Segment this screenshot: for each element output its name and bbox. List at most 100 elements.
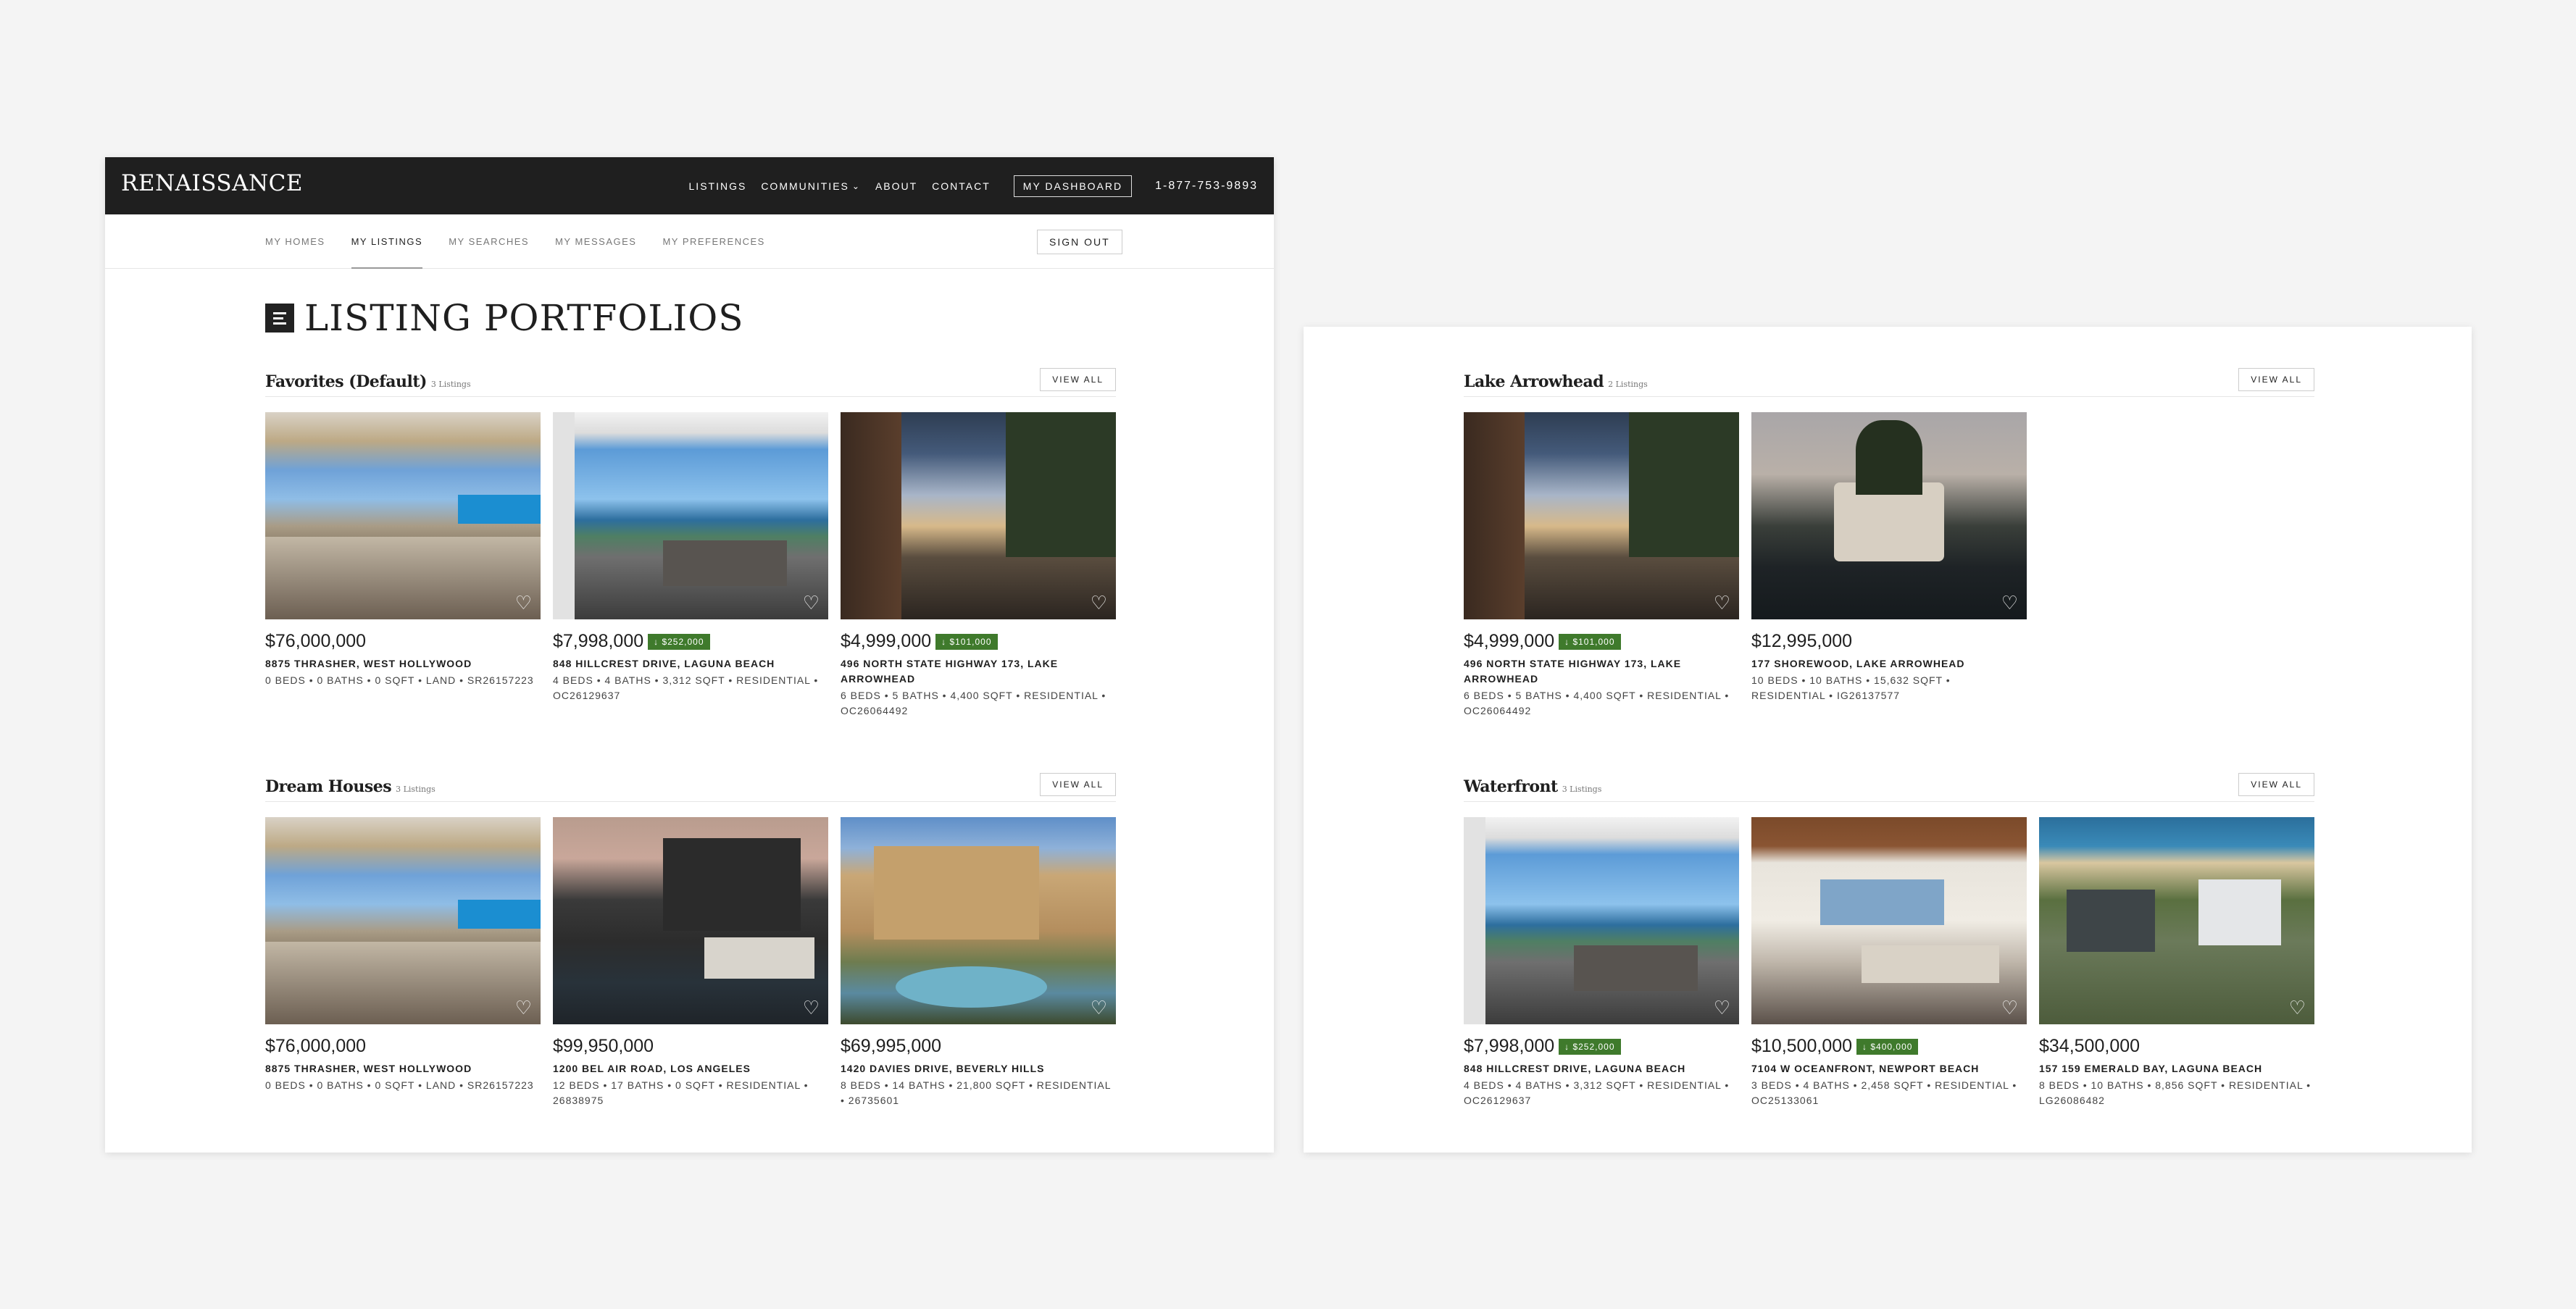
heart-icon[interactable]: ♡	[803, 593, 820, 612]
view-all-button[interactable]: VIEW ALL	[2238, 368, 2314, 391]
listing-address[interactable]: 1420 DAVIES DRIVE, BEVERLY HILLS	[841, 1061, 1116, 1076]
portfolio-header: Dream Houses 3 Listings VIEW ALL	[265, 773, 1116, 802]
nav-about[interactable]: ABOUT	[875, 180, 917, 192]
listing-details: 10 BEDS • 10 BATHS • 15,632 SQFT • RESID…	[1751, 674, 1951, 701]
listing-card[interactable]: ♡ $99,950,000 1200 BEL AIR ROAD, LOS ANG…	[553, 817, 828, 1108]
listing-card[interactable]: ♡ $4,999,000 ↓ $101,000 496 NORTH STATE H…	[841, 412, 1116, 719]
portfolio-title[interactable]: Dream Houses 3 Listings	[265, 777, 435, 796]
listing-photo[interactable]: ♡	[553, 412, 828, 619]
portfolio-header: Favorites (Default) 3 Listings VIEW ALL	[265, 368, 1116, 397]
listing-address[interactable]: 1200 BEL AIR ROAD, LOS ANGELES	[553, 1061, 828, 1076]
brand-logo[interactable]: RENAISSANCE	[121, 170, 303, 196]
listing-card[interactable]: ♡ $10,500,000 ↓ $400,000 7104 W OCEANFRON…	[1751, 817, 2027, 1108]
heart-icon[interactable]: ♡	[515, 998, 532, 1017]
nav-contact[interactable]: CONTACT	[932, 180, 991, 192]
listing-price: $7,998,000	[553, 631, 644, 651]
listing-photo[interactable]: ♡	[841, 817, 1116, 1024]
portfolio-lake-arrowhead: Lake Arrowhead 2 Listings VIEW ALL ♡ $4,9…	[1464, 368, 2314, 716]
listing-card[interactable]: ♡ $7,998,000 ↓ $252,000 848 HILLCREST DRI…	[553, 412, 828, 719]
listing-card[interactable]: ♡ $34,500,000 157 159 EMERALD BAY, LAGUN…	[2039, 817, 2314, 1108]
portfolio-header: Lake Arrowhead 2 Listings VIEW ALL	[1464, 368, 2314, 397]
listing-card[interactable]: ♡ $69,995,000 1420 DAVIES DRIVE, BEVERLY…	[841, 817, 1116, 1108]
listing-price: $12,995,000	[1751, 631, 1853, 651]
listing-card[interactable]: ♡ $76,000,000 8875 THRASHER, WEST HOLLYW…	[265, 412, 541, 719]
heart-icon[interactable]: ♡	[1714, 593, 1730, 612]
page-title-row: LISTING PORTFOLIOS	[265, 296, 744, 340]
listing-price: $4,999,000	[1464, 631, 1555, 651]
subnav-my-homes[interactable]: MY HOMES	[265, 214, 325, 269]
portfolio-count: 3 Listings	[430, 380, 471, 389]
listing-details: 4 BEDS • 4 BATHS • 3,312 SQFT • RESIDENT…	[553, 674, 819, 701]
listing-address[interactable]: 496 NORTH STATE HIGHWAY 173, LAKE ARROWH…	[841, 656, 1116, 687]
view-all-button[interactable]: VIEW ALL	[1040, 773, 1116, 796]
listing-address[interactable]: 8875 THRASHER, WEST HOLLYWOOD	[265, 1061, 541, 1076]
my-dashboard-button[interactable]: MY DASHBOARD	[1013, 175, 1133, 197]
listing-photo[interactable]: ♡	[1464, 817, 1739, 1024]
listing-photo[interactable]: ♡	[841, 412, 1116, 619]
listing-photo[interactable]: ♡	[1751, 817, 2027, 1024]
sign-out-button[interactable]: SIGN OUT	[1037, 230, 1122, 254]
listing-photo[interactable]: ♡	[265, 817, 541, 1024]
listing-portfolios-continued: Lake Arrowhead 2 Listings VIEW ALL ♡ $4,9…	[1304, 327, 2472, 1153]
subnav-my-preferences[interactable]: MY PREFERENCES	[662, 214, 764, 269]
listing-details: 8 BEDS • 10 BATHS • 8,856 SQFT • RESIDEN…	[2039, 1079, 2312, 1106]
nav-listings[interactable]: LISTINGS	[689, 180, 747, 192]
listing-address[interactable]: 848 HILLCREST DRIVE, LAGUNA BEACH	[1464, 1061, 1739, 1076]
nav-communities[interactable]: COMMUNITIES ⌄	[761, 180, 861, 192]
listing-address[interactable]: 8875 THRASHER, WEST HOLLYWOOD	[265, 656, 541, 672]
listing-card[interactable]: ♡ $76,000,000 8875 THRASHER, WEST HOLLYW…	[265, 817, 541, 1108]
listing-photo[interactable]: ♡	[1751, 412, 2027, 619]
heart-icon[interactable]: ♡	[803, 998, 820, 1017]
listing-portfolios-page: RENAISSANCE LISTINGS COMMUNITIES ⌄ ABOUT…	[105, 157, 1274, 1153]
listing-address[interactable]: 496 NORTH STATE HIGHWAY 173, LAKE ARROWH…	[1464, 656, 1739, 687]
listing-card[interactable]: ♡ $7,998,000 ↓ $252,000 848 HILLCREST DRI…	[1464, 817, 1739, 1108]
listing-price: $76,000,000	[265, 631, 367, 651]
listing-details: 4 BEDS • 4 BATHS • 3,312 SQFT • RESIDENT…	[1464, 1079, 1730, 1106]
listing-price: $4,999,000	[841, 631, 932, 651]
listing-address[interactable]: 7104 W OCEANFRONT, NEWPORT BEACH	[1751, 1061, 2027, 1076]
subnav-my-listings[interactable]: MY LISTINGS	[351, 214, 423, 269]
listing-card[interactable]: ♡ $12,995,000 177 SHOREWOOD, LAKE ARROWH…	[1751, 412, 2027, 719]
listing-address[interactable]: 157 159 EMERALD BAY, LAGUNA BEACH	[2039, 1061, 2314, 1076]
heart-icon[interactable]: ♡	[1091, 998, 1107, 1017]
listing-details: 6 BEDS • 5 BATHS • 4,400 SQFT • RESIDENT…	[1464, 690, 1730, 716]
menu-icon[interactable]	[265, 304, 294, 333]
listing-photo[interactable]: ♡	[553, 817, 828, 1024]
page-title: LISTING PORTFOLIOS	[304, 297, 744, 339]
listing-details: 0 BEDS • 0 BATHS • 0 SQFT • LAND • SR261…	[265, 674, 534, 686]
site-header: RENAISSANCE LISTINGS COMMUNITIES ⌄ ABOUT…	[105, 157, 1274, 214]
nav-communities-label: COMMUNITIES	[761, 180, 849, 192]
portfolio-title[interactable]: Lake Arrowhead 2 Listings	[1464, 372, 1648, 391]
price-drop-badge: ↓ $101,000	[1559, 633, 1621, 650]
listing-details: 3 BEDS • 4 BATHS • 2,458 SQFT • RESIDENT…	[1751, 1079, 2017, 1106]
subnav-my-messages[interactable]: MY MESSAGES	[555, 214, 636, 269]
price-drop-badge: ↓ $252,000	[648, 633, 710, 650]
listing-photo[interactable]: ♡	[265, 412, 541, 619]
view-all-button[interactable]: VIEW ALL	[1040, 368, 1116, 391]
view-all-button[interactable]: VIEW ALL	[2238, 773, 2314, 796]
main-nav: LISTINGS COMMUNITIES ⌄ ABOUT CONTACT MY …	[689, 157, 1258, 214]
subnav-my-searches[interactable]: MY SEARCHES	[449, 214, 529, 269]
heart-icon[interactable]: ♡	[515, 593, 532, 612]
listing-details: 8 BEDS • 14 BATHS • 21,800 SQFT • RESIDE…	[841, 1079, 1112, 1106]
heart-icon[interactable]: ♡	[1091, 593, 1107, 612]
phone-link[interactable]: 1-877-753-9893	[1155, 180, 1258, 193]
heart-icon[interactable]: ♡	[2289, 998, 2306, 1017]
listing-address[interactable]: 848 HILLCREST DRIVE, LAGUNA BEACH	[553, 656, 828, 672]
listing-price: $99,950,000	[553, 1036, 654, 1056]
listing-photo[interactable]: ♡	[2039, 817, 2314, 1024]
listing-photo[interactable]: ♡	[1464, 412, 1739, 619]
listing-price: $7,998,000	[1464, 1036, 1555, 1056]
listing-address[interactable]: 177 SHOREWOOD, LAKE ARROWHEAD	[1751, 656, 2027, 672]
portfolio-title[interactable]: Favorites (Default) 3 Listings	[265, 372, 471, 391]
portfolio-title[interactable]: Waterfront 3 Listings	[1464, 777, 1601, 796]
listing-details: 6 BEDS • 5 BATHS • 4,400 SQFT • RESIDENT…	[841, 690, 1106, 716]
portfolio-dream-houses: Dream Houses 3 Listings VIEW ALL ♡ $76,00…	[265, 773, 1116, 1106]
portfolio-waterfront: Waterfront 3 Listings VIEW ALL ♡ $7,998,0…	[1464, 773, 2314, 1106]
account-subnav: MY HOMES MY LISTINGS MY SEARCHES MY MESS…	[105, 214, 1274, 269]
heart-icon[interactable]: ♡	[2001, 593, 2018, 612]
portfolio-count: 3 Listings	[396, 785, 435, 794]
heart-icon[interactable]: ♡	[1714, 998, 1730, 1017]
heart-icon[interactable]: ♡	[2001, 998, 2018, 1017]
listing-card[interactable]: ♡ $4,999,000 ↓ $101,000 496 NORTH STATE H…	[1464, 412, 1739, 719]
